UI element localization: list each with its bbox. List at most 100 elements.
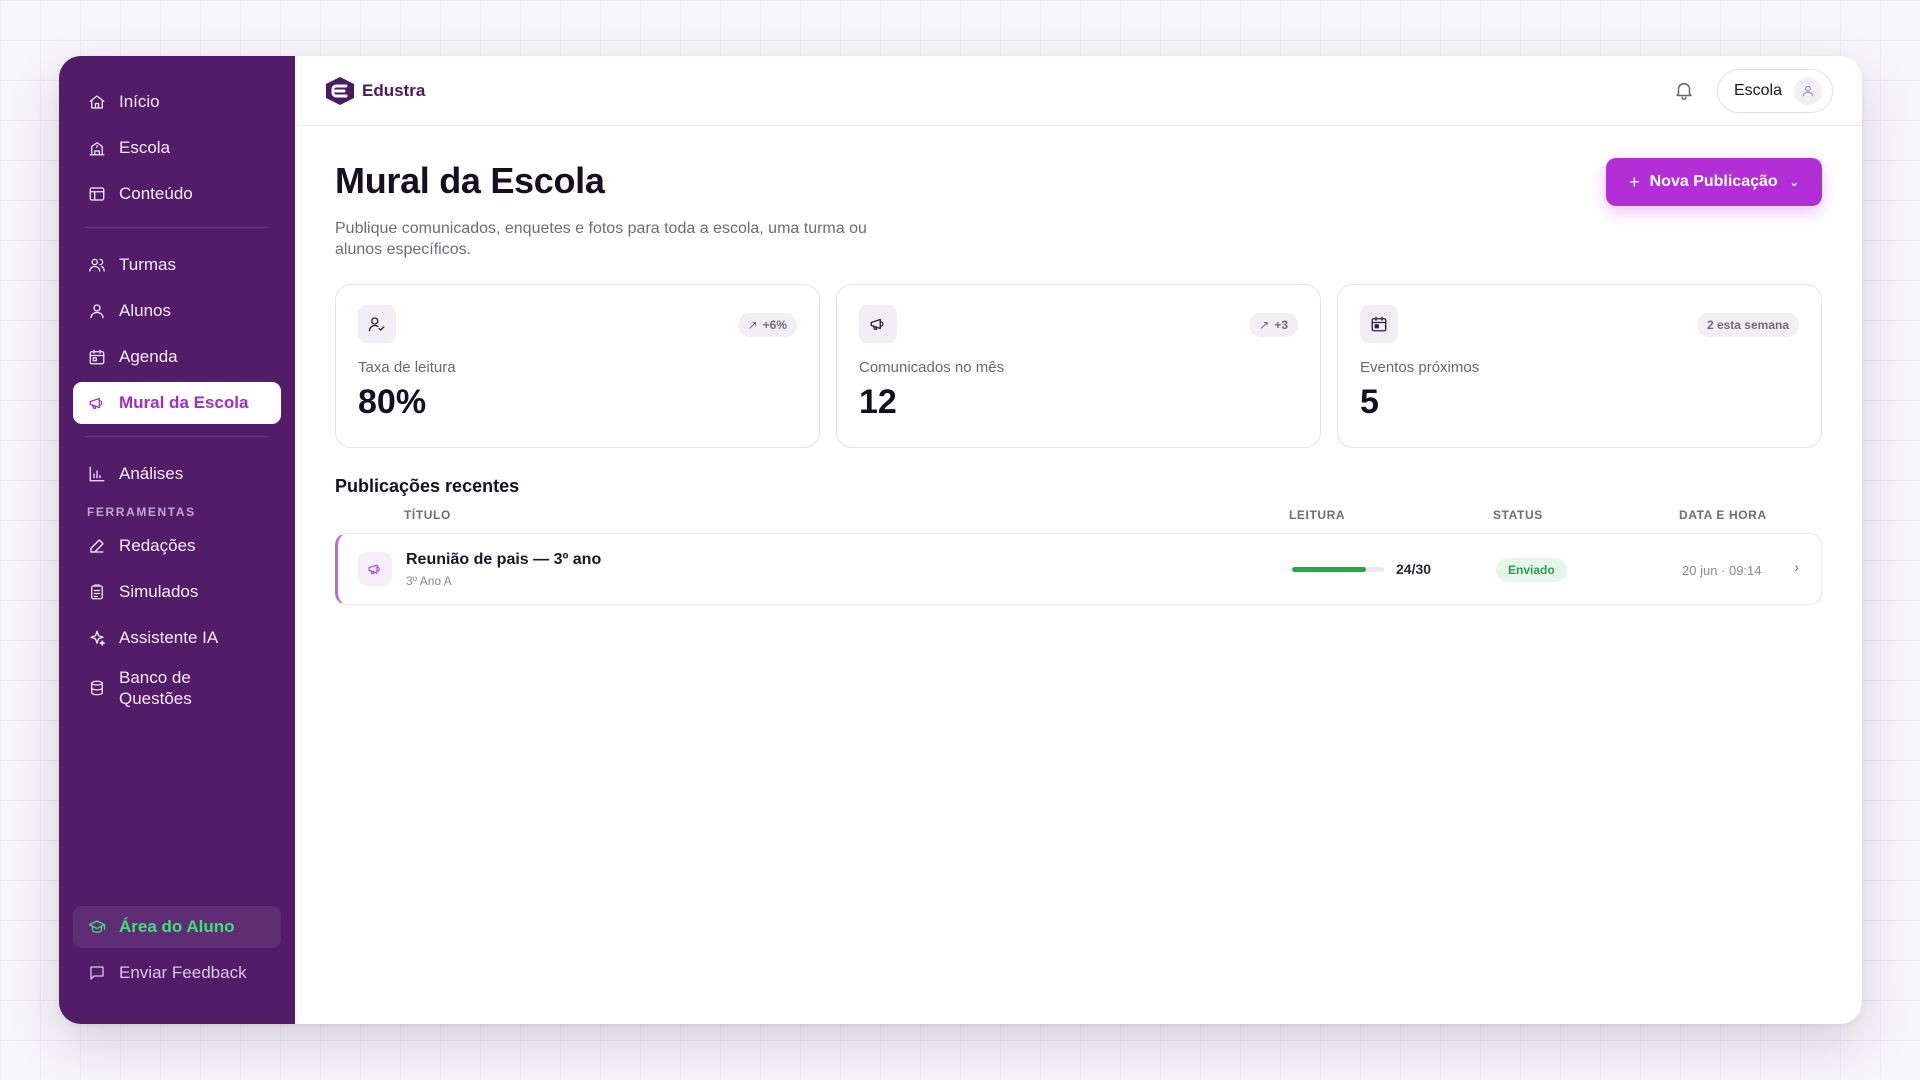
sidebar-divider <box>85 436 269 437</box>
publication-date: 20 jun · 09:14 <box>1682 563 1762 578</box>
trend-badge: ↗ +6% <box>737 313 797 337</box>
sidebar-item-label: Início <box>119 92 160 111</box>
chevron-right-icon[interactable]: › <box>1794 559 1799 575</box>
column-header-title: TÍTULO <box>404 508 451 522</box>
user-icon <box>1802 85 1814 96</box>
plus-icon: + <box>1629 171 1640 192</box>
new-publication-label: Nova Publicação <box>1649 173 1778 190</box>
chevron-down-icon: ⌄ <box>1789 176 1799 189</box>
sidebar-item-label: Análises <box>119 464 184 483</box>
recent-publications-title: Publicações recentes <box>335 476 520 496</box>
top-bar: Edustra Escola <box>295 56 1862 126</box>
sidebar-item-simulados[interactable]: Simulados <box>73 571 281 613</box>
table-row[interactable]: Reunião de pais — 3º ano 3º Ano A 24/30 … <box>335 533 1822 605</box>
page-subtitle: Publique comunicados, enquetes e fotos p… <box>335 220 867 258</box>
account-label: Escola <box>1733 81 1782 99</box>
column-header-status: STATUS <box>1493 508 1543 522</box>
sidebar-item-label: Assistente IA <box>119 628 219 647</box>
school-icon <box>87 138 107 158</box>
read-progress-bar <box>1292 567 1384 572</box>
stat-value: 5 <box>1360 383 1379 421</box>
sidebar-item-label: Simulados <box>119 582 199 601</box>
sidebar-item-label: Alunos <box>119 301 171 320</box>
sidebar-item-mural-da-escola[interactable]: Mural da Escola <box>73 382 281 424</box>
week-badge: 2 esta semana <box>1696 313 1799 337</box>
trend-up-icon: ↗ <box>747 318 758 332</box>
student-area-button[interactable]: Área do Aluno <box>73 906 281 948</box>
sidebar-item-escola[interactable]: Escola <box>73 127 281 169</box>
stat-card-announcements: ↗ +3 Comunicados no mês 12 <box>836 284 1321 448</box>
bar-chart-icon <box>87 464 107 484</box>
notifications-bell-icon[interactable] <box>1673 79 1697 103</box>
message-icon <box>87 963 107 983</box>
read-count: 24/30 <box>1396 561 1432 577</box>
stat-label: Comunicados no mês <box>859 359 1005 376</box>
new-publication-button[interactable]: + Nova Publicação ⌄ <box>1606 158 1822 206</box>
sidebar-item-turmas[interactable]: Turmas <box>73 244 281 286</box>
tools-section-label: FERRAMENTAS <box>87 505 196 519</box>
stat-value: 12 <box>859 383 897 421</box>
sidebar-item-conteudo[interactable]: Conteúdo <box>73 173 281 215</box>
sidebar-item-banco-de-questoes[interactable]: Banco de Questões <box>73 663 281 713</box>
sparkle-icon <box>87 628 107 648</box>
app-window: Início Escola Conteúdo Turmas Alunos Age… <box>59 56 1862 1024</box>
user-icon <box>87 301 107 321</box>
graduation-cap-icon <box>87 917 107 937</box>
calendar-icon <box>1360 305 1398 343</box>
sidebar-divider <box>85 227 269 228</box>
sidebar-footer: Área do Aluno Enviar Feedback <box>73 906 281 998</box>
sidebar-item-label: Redações <box>119 536 196 555</box>
feedback-button[interactable]: Enviar Feedback <box>73 952 281 994</box>
edustra-logo-icon <box>326 76 354 105</box>
sidebar-item-label: Escola <box>119 138 171 157</box>
sidebar-item-assistente-ia[interactable]: Assistente IA <box>73 617 281 659</box>
trend-badge-value: +6% <box>762 318 787 332</box>
trend-up-icon: ↗ <box>1259 318 1270 332</box>
home-icon <box>87 92 107 112</box>
stats-row: ↗ +6% Taxa de leitura 80% ↗ +3 Comunicados… <box>335 284 1822 448</box>
sidebar-item-agenda[interactable]: Agenda <box>73 336 281 378</box>
read-progress-fill <box>1292 567 1366 572</box>
table-header: TÍTULO LEITURA STATUS DATA E HORA <box>335 508 1822 528</box>
account-menu[interactable]: Escola <box>1716 68 1833 113</box>
sidebar-item-alunos[interactable]: Alunos <box>73 290 281 332</box>
stat-label: Eventos próximos <box>1360 359 1480 376</box>
stat-card-reading-rate: ↗ +6% Taxa de leitura 80% <box>335 284 820 448</box>
stat-value: 80% <box>358 383 427 421</box>
top-right-controls: Escola <box>1673 68 1833 113</box>
avatar <box>1794 76 1822 105</box>
feedback-label: Enviar Feedback <box>119 963 247 982</box>
column-header-date: DATA E HORA <box>1679 508 1767 522</box>
brand-name: Edustra <box>362 80 426 100</box>
publication-title: Reunião de pais — 3º ano <box>406 551 602 568</box>
column-header-read: LEITURA <box>1289 508 1346 522</box>
clipboard-icon <box>87 582 107 602</box>
sidebar-item-label: Turmas <box>119 255 176 274</box>
stat-label: Taxa de leitura <box>358 359 456 376</box>
sidebar-item-inicio[interactable]: Início <box>73 81 281 123</box>
sidebar-item-label: Conteúdo <box>119 184 193 203</box>
calendar-icon <box>87 347 107 367</box>
student-area-label: Área do Aluno <box>119 917 235 936</box>
pencil-icon <box>87 536 107 556</box>
megaphone-icon <box>859 305 897 343</box>
classes-icon <box>87 255 107 275</box>
sidebar-item-analises[interactable]: Análises <box>73 453 281 495</box>
sidebar-item-label: Banco de Questões <box>119 668 192 708</box>
stat-card-upcoming-events: 2 esta semana Eventos próximos 5 <box>1337 284 1822 448</box>
megaphone-icon <box>87 393 107 413</box>
trend-badge-value: +3 <box>1274 318 1288 332</box>
trend-badge: ↗ +3 <box>1249 313 1298 337</box>
sidebar-item-label: Agenda <box>119 347 178 366</box>
publication-audience: 3º Ano A <box>406 574 452 588</box>
page-title: Mural da Escola <box>335 160 605 201</box>
brand[interactable]: Edustra <box>322 75 425 107</box>
sidebar-item-label: Mural da Escola <box>119 393 249 412</box>
megaphone-icon <box>358 552 392 586</box>
sidebar-item-redacoes[interactable]: Redações <box>73 525 281 567</box>
status-badge: Enviado <box>1496 558 1567 582</box>
database-icon <box>87 678 107 698</box>
user-check-icon <box>358 305 396 343</box>
sidebar: Início Escola Conteúdo Turmas Alunos Age… <box>59 56 295 1024</box>
main-area: Edustra Escola Mural da Escola Publique … <box>295 56 1862 1024</box>
